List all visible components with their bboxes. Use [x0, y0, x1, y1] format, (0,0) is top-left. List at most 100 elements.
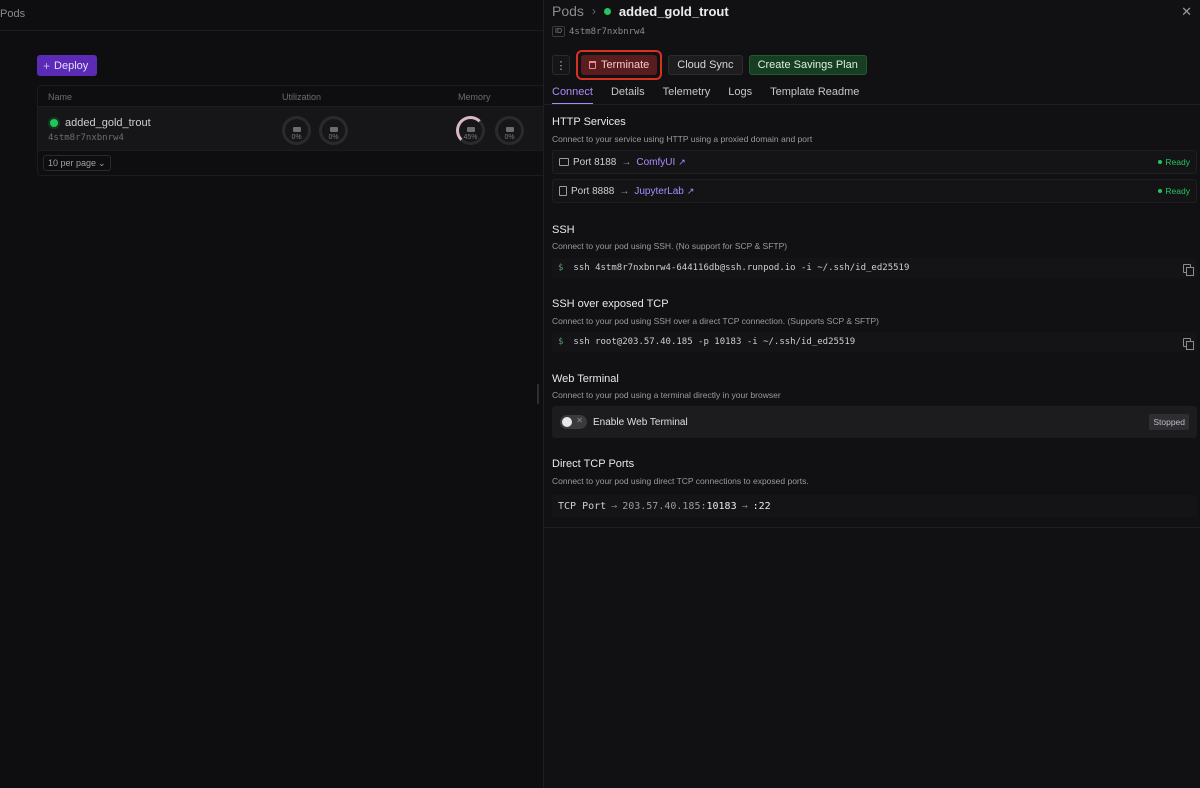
- pod-id-row: ID 4stm8r7nxbnrw4: [552, 26, 645, 37]
- memory-icon: [466, 127, 475, 132]
- web-terminal-desc: Connect to your pod using a terminal dir…: [552, 390, 781, 400]
- chevron-down-icon: ⌄: [98, 157, 106, 168]
- tcp-port-row: TCP Port → 203.57.40.185: 10183 → :22: [552, 495, 1197, 517]
- pods-table: Name Utilization Memory added_gold_trout…: [37, 85, 543, 176]
- http-services-title: HTTP Services: [552, 116, 626, 128]
- monitor-icon: [559, 158, 569, 166]
- breadcrumb: Pods › added_gold_trout: [552, 3, 729, 19]
- web-terminal-row: ✕ Enable Web Terminal Stopped: [552, 406, 1197, 438]
- vram-gauge: 0%: [495, 116, 524, 145]
- col-utilization: Utilization: [282, 92, 322, 102]
- deploy-button[interactable]: + Deploy: [37, 55, 97, 76]
- external-link-icon[interactable]: ↗: [678, 157, 686, 168]
- trash-icon: [589, 61, 596, 69]
- status-badge: Ready: [1158, 157, 1190, 167]
- status-dot-icon: [50, 119, 58, 127]
- action-bar: ⋮ Terminate Cloud Sync Create Savings Pl…: [552, 50, 867, 80]
- more-options-button[interactable]: ⋮: [552, 55, 570, 75]
- tab-template-readme[interactable]: Template Readme: [770, 86, 859, 105]
- memory-gauge: 45%: [456, 116, 485, 145]
- tcp-ip[interactable]: 203.57.40.185:: [622, 501, 706, 512]
- page-title: added_gold_trout: [618, 3, 729, 19]
- service-link-jupyterlab[interactable]: JupyterLab: [634, 186, 683, 197]
- service-link-comfyui[interactable]: ComfyUI: [636, 157, 675, 168]
- col-memory: Memory: [458, 92, 491, 102]
- arrow-right-icon: →: [611, 500, 618, 512]
- terminate-button[interactable]: Terminate: [581, 55, 658, 75]
- pod-id: 4stm8r7nxbnrw4: [48, 133, 124, 143]
- terminate-highlight: Terminate: [576, 50, 663, 80]
- prompt-symbol: $: [558, 337, 564, 347]
- ssh-title: SSH: [552, 224, 575, 236]
- vram-gauge-value: 0%: [504, 134, 515, 141]
- tcp-internal-port: :22: [752, 500, 771, 512]
- tcp-external-port[interactable]: 10183: [707, 501, 737, 512]
- copy-icon[interactable]: [1183, 337, 1194, 350]
- web-terminal-title: Web Terminal: [552, 373, 619, 385]
- ssh-desc: Connect to your pod using SSH. (No suppo…: [552, 241, 788, 251]
- tab-telemetry[interactable]: Telemetry: [663, 86, 711, 105]
- arrow-right-icon: →: [619, 185, 630, 197]
- cloud-sync-button[interactable]: Cloud Sync: [668, 55, 743, 75]
- copy-icon[interactable]: [1183, 263, 1194, 276]
- pod-id-value: 4stm8r7nxbnrw4: [569, 26, 645, 37]
- breadcrumb-pods[interactable]: Pods: [552, 3, 584, 19]
- ssh-command-text: ssh 4stm8r7nxbnrw4-644116db@ssh.runpod.i…: [573, 263, 910, 273]
- deploy-label: Deploy: [54, 59, 89, 72]
- create-savings-plan-button[interactable]: Create Savings Plan: [748, 55, 867, 75]
- gpu-gauge: 0%: [319, 116, 348, 145]
- tcp-ports-title: Direct TCP Ports: [552, 458, 635, 470]
- cpu-icon: [292, 127, 301, 132]
- ssh-command[interactable]: $ ssh 4stm8r7nxbnrw4-644116db@ssh.runpod…: [552, 258, 1197, 278]
- resize-handle[interactable]: [537, 384, 539, 404]
- col-name: Name: [48, 92, 73, 102]
- web-terminal-toggle[interactable]: ✕: [560, 415, 587, 429]
- tab-details[interactable]: Details: [611, 86, 645, 105]
- external-link-icon[interactable]: ↗: [687, 186, 695, 197]
- table-header: Name Utilization Memory: [38, 86, 543, 107]
- tab-logs[interactable]: Logs: [728, 86, 752, 105]
- cpu-gauge: 0%: [282, 116, 311, 145]
- memory-gauge-value: 45%: [463, 134, 478, 141]
- service-port: Port 8188: [573, 156, 617, 168]
- http-services-desc: Connect to your service using HTTP using…: [552, 134, 813, 144]
- per-page-label: 10 per page: [48, 158, 97, 168]
- http-service-row: Port 8188 → ComfyUI ↗ Ready: [552, 150, 1197, 174]
- table-row[interactable]: added_gold_trout 4stm8r7nxbnrw4 0% 0% 45…: [38, 107, 543, 151]
- gpu-icon: [329, 127, 338, 132]
- notebook-icon: [559, 186, 567, 196]
- vram-icon: [505, 127, 514, 132]
- gpu-gauge-value: 0%: [328, 134, 339, 141]
- terminate-label: Terminate: [601, 59, 650, 71]
- table-footer: 10 per page ⌄: [38, 151, 543, 175]
- chevron-right-icon: ›: [591, 4, 596, 18]
- per-page-select[interactable]: 10 per page ⌄: [43, 155, 111, 171]
- toggle-knob: [562, 417, 572, 427]
- tcp-ports-desc: Connect to your pod using direct TCP con…: [552, 476, 809, 486]
- section-divider: [544, 527, 1200, 528]
- http-service-row: Port 8888 → JupyterLab ↗ Ready: [552, 179, 1197, 203]
- pod-name: added_gold_trout: [65, 117, 151, 129]
- pods-header-title: Pods: [0, 8, 26, 20]
- tab-bar: Connect Details Telemetry Logs Template …: [552, 86, 859, 105]
- plus-icon: +: [43, 58, 51, 73]
- prompt-symbol: $: [558, 263, 564, 273]
- status-dot-icon: [603, 7, 611, 15]
- id-badge: ID: [552, 26, 565, 37]
- web-terminal-label: Enable Web Terminal: [593, 416, 688, 428]
- cpu-gauge-value: 0%: [291, 134, 302, 141]
- tcp-port-label: TCP Port: [558, 500, 607, 512]
- service-port: Port 8888: [571, 185, 615, 197]
- pods-list-pane: Pods + Deploy Name Utilization Memory ad…: [0, 0, 543, 788]
- arrow-right-icon: →: [741, 500, 748, 512]
- status-badge: Ready: [1158, 186, 1190, 196]
- toggle-off-icon: ✕: [576, 416, 583, 425]
- ssh-tcp-desc: Connect to your pod using SSH over a dir…: [552, 316, 879, 326]
- ssh-tcp-command[interactable]: $ ssh root@203.57.40.185 -p 10183 -i ~/.…: [552, 332, 1197, 352]
- close-icon[interactable]: ✕: [1181, 4, 1192, 20]
- tab-connect[interactable]: Connect: [552, 86, 593, 105]
- ssh-tcp-command-text: ssh root@203.57.40.185 -p 10183 -i ~/.ss…: [573, 337, 856, 347]
- pod-detail-drawer: Pods › added_gold_trout ✕ ID 4stm8r7nxbn…: [543, 0, 1200, 788]
- ssh-tcp-title: SSH over exposed TCP: [552, 298, 669, 310]
- arrow-right-icon: →: [621, 156, 632, 168]
